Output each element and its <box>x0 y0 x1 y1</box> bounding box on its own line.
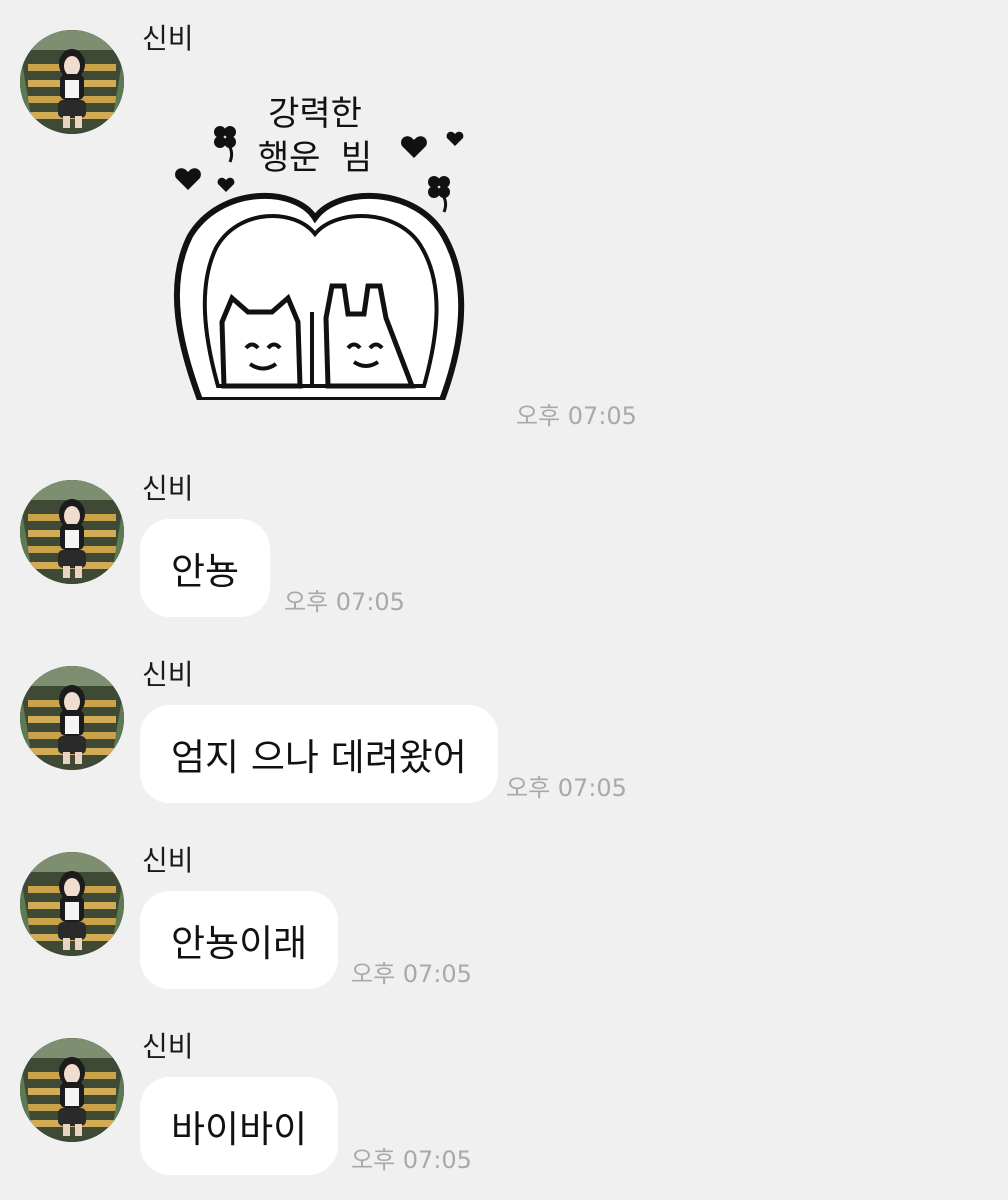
sender-name: 신비 <box>142 472 194 505</box>
sender-name: 신비 <box>142 1030 194 1063</box>
sender-name: 신비 <box>142 658 194 691</box>
sender-name: 신비 <box>142 22 194 55</box>
message-bubble[interactable]: 바이바이 <box>140 1077 339 1175</box>
avatar[interactable] <box>20 1038 124 1142</box>
message-bubble[interactable]: 엄지 으나 데려왔어 <box>140 705 498 803</box>
message-bubble[interactable]: 안뇽 <box>140 519 271 617</box>
avatar[interactable] <box>20 480 124 584</box>
sticker-text-line2: 행운 빔 <box>257 138 373 178</box>
message-timestamp: 오후 07:05 <box>506 774 627 802</box>
cat-icon <box>219 293 303 389</box>
sticker-text-line1: 강력한 <box>268 94 362 134</box>
heart-icon <box>217 177 235 192</box>
message-timestamp: 오후 07:05 <box>516 402 637 430</box>
clover-icon <box>428 176 450 213</box>
message-timestamp: 오후 07:05 <box>351 1146 472 1174</box>
avatar[interactable] <box>20 666 124 770</box>
avatar[interactable] <box>20 30 124 134</box>
luck-beam-sticker[interactable]: 강력한 행운 빔 <box>160 86 470 400</box>
message-bubble[interactable]: 안뇽이래 <box>140 891 339 989</box>
message-timestamp: 오후 07:05 <box>284 588 405 616</box>
avatar[interactable] <box>20 852 124 956</box>
sender-name: 신비 <box>142 844 194 877</box>
message-timestamp: 오후 07:05 <box>351 960 472 988</box>
